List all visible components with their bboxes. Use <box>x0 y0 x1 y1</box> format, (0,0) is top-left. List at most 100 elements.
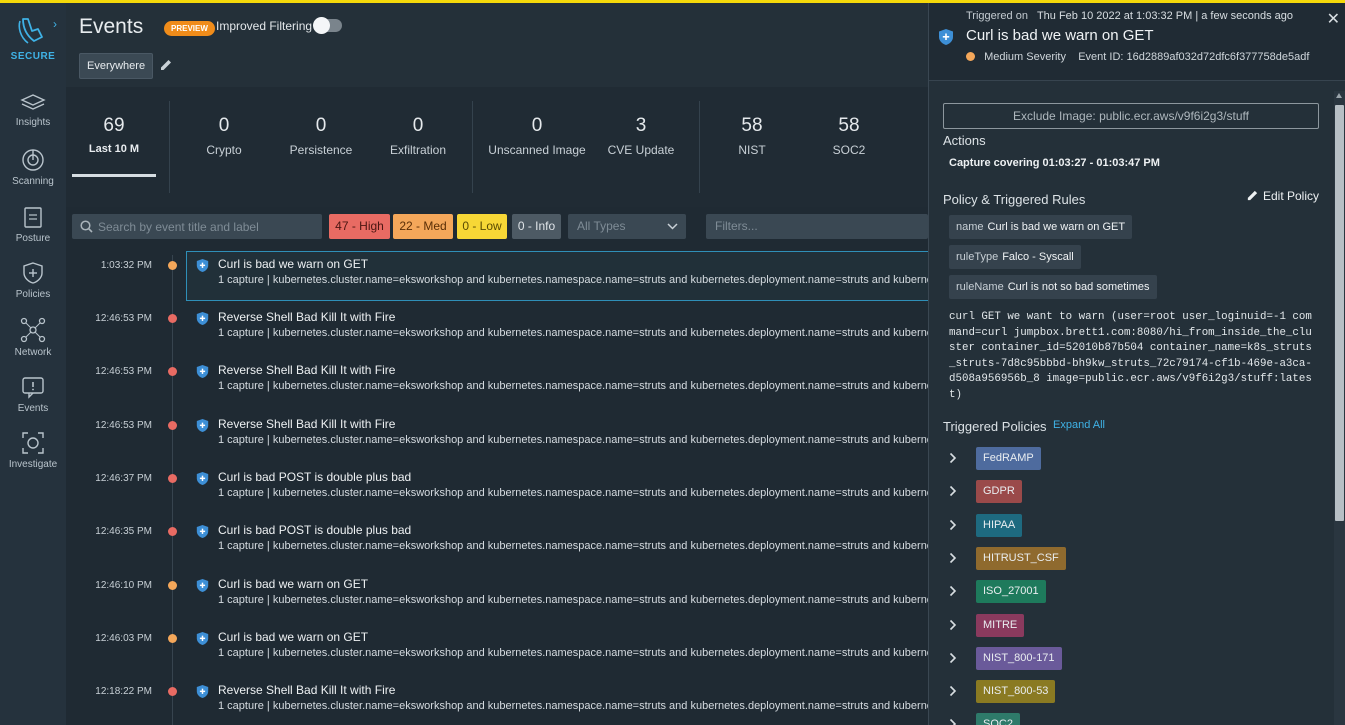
event-time: 1:03:32 PM <box>100 260 152 271</box>
policy-tag: HIPAA <box>976 513 1023 537</box>
severity-low-chip[interactable]: 0 - Low <box>457 214 507 239</box>
chevron-right-icon[interactable] <box>949 718 957 725</box>
sidebar-item-posture[interactable]: Posture <box>0 205 66 244</box>
close-icon[interactable]: ✕ <box>1327 9 1340 29</box>
event-subtitle: 1 capture | kubernetes.cluster.name=eksw… <box>218 487 928 499</box>
shield-plus-icon <box>196 525 209 538</box>
event-row[interactable]: 1:03:32 PM Curl is bad we warn on GET 1 ca… <box>66 248 928 301</box>
hand-pointer-icon <box>18 18 43 44</box>
panel-scrollbar[interactable] <box>1334 91 1345 725</box>
search-icon <box>80 220 93 233</box>
chevron-right-icon[interactable] <box>949 685 957 697</box>
event-title: Reverse Shell Bad Kill It with Fire <box>218 417 396 431</box>
stat-cve-update[interactable]: 3 CVE Update <box>601 115 681 157</box>
event-subtitle: 1 capture | kubernetes.cluster.name=eksw… <box>218 327 928 339</box>
sidebar-item-label: Network <box>14 347 52 358</box>
chevron-right-icon[interactable]: › <box>53 17 57 31</box>
severity-dot <box>168 421 177 430</box>
chevron-right-icon[interactable] <box>949 485 957 497</box>
improved-filtering-toggle[interactable] <box>313 17 342 34</box>
event-type-placeholder: All Types <box>577 219 626 233</box>
sidebar-item-events[interactable]: Events <box>0 375 66 414</box>
stat-value: 0 <box>412 115 424 136</box>
triggered-label: Triggered on <box>966 10 1028 22</box>
stat-label: NIST <box>738 143 766 157</box>
stat-value: 58 <box>741 115 763 136</box>
event-row[interactable]: 12:46:53 PM Reverse Shell Bad Kill It wit… <box>66 408 928 461</box>
edit-policy-label: Edit Policy <box>1262 189 1319 203</box>
severity-high-chip[interactable]: 47 - High <box>329 214 390 239</box>
stat-last-10m[interactable]: 69 Last 10 M <box>72 115 156 155</box>
sidebar-item-investigate[interactable]: Investigate <box>0 431 66 470</box>
stat-value: 0 <box>315 115 327 136</box>
chevron-right-icon[interactable] <box>949 585 957 597</box>
chevron-right-icon[interactable] <box>949 452 957 464</box>
sidebar-item-insights[interactable]: Insights <box>0 93 66 128</box>
stat-soc2[interactable]: 58 SOC2 <box>809 115 889 157</box>
shield-plus-icon <box>23 262 43 284</box>
scroll-thumb[interactable] <box>1335 105 1344 521</box>
event-row[interactable]: 12:46:35 PM Curl is bad POST is double pl… <box>66 514 928 567</box>
stat-value: 0 <box>531 115 543 136</box>
stat-crypto[interactable]: 0 Crypto <box>184 115 264 157</box>
severity-med-chip[interactable]: 22 - Med <box>393 214 453 239</box>
pencil-icon[interactable] <box>159 58 173 72</box>
shield-plus-icon <box>196 472 209 485</box>
severity-dot <box>168 367 177 376</box>
stat-label: Crypto <box>206 143 242 157</box>
brand-label: SECURE <box>10 51 56 62</box>
active-stat-underline <box>72 174 156 177</box>
policy-tag: SOC2 <box>976 713 1020 725</box>
chevron-right-icon[interactable] <box>949 619 957 631</box>
rule-field-key: ruleName <box>956 281 1004 293</box>
rule-output-text: curl GET we want to warn (user=root user… <box>949 311 1312 401</box>
severity-dot <box>168 314 177 323</box>
stat-nist[interactable]: 58 NIST <box>712 115 792 157</box>
severity-info-chip[interactable]: 0 - Info <box>512 214 561 239</box>
stat-exfiltration[interactable]: 0 Exfiltration <box>378 115 458 157</box>
search-box[interactable] <box>72 214 322 239</box>
event-row[interactable]: 12:46:53 PM Reverse Shell Bad Kill It wit… <box>66 354 928 407</box>
policy-tag: HITRUST_CSF <box>976 546 1066 570</box>
sidebar-item-policies[interactable]: Policies <box>0 261 66 300</box>
stat-value: 58 <box>838 115 860 136</box>
shield-plus-icon <box>196 259 209 272</box>
event-type-select[interactable]: All Types <box>568 214 686 239</box>
edit-policy-button[interactable]: Edit Policy <box>1246 189 1319 203</box>
sidebar-item-scanning[interactable]: Scanning <box>0 148 66 187</box>
sidebar: SECURE › Insights Scanning Posture Polic… <box>0 3 66 725</box>
event-row[interactable]: 12:46:10 PM Curl is bad we warn on GET 1 c… <box>66 568 928 621</box>
policy-tag: ISO_27001 <box>976 580 1046 604</box>
event-row[interactable]: 12:18:22 PM Reverse Shell Bad Kill It wit… <box>66 674 928 725</box>
pencil-icon <box>1247 190 1258 201</box>
events-icon <box>22 377 44 399</box>
chevron-right-icon[interactable] <box>949 652 957 664</box>
chevron-down-icon <box>667 223 678 230</box>
capture-link[interactable]: Capture covering 01:03:27 - 01:03:47 PM <box>949 157 1160 169</box>
exclude-image-button[interactable]: Exclude Image: public.ecr.aws/v9f6i2g3/s… <box>943 103 1319 129</box>
search-input[interactable] <box>98 214 318 239</box>
event-row[interactable]: 12:46:03 PM Curl is bad we warn on GET 1 c… <box>66 621 928 674</box>
rule-field-ruletype: ruleType Falco - Syscall <box>949 245 1081 269</box>
event-row[interactable]: 12:46:53 PM Reverse Shell Bad Kill It wit… <box>66 301 928 354</box>
rule-field-value: Curl is not so bad sometimes <box>1007 281 1150 293</box>
event-subtitle: 1 capture | kubernetes.cluster.name=eksw… <box>218 700 928 712</box>
stat-persistence[interactable]: 0 Persistence <box>281 115 361 157</box>
scroll-up-arrow[interactable] <box>1336 93 1342 98</box>
stat-label: Last 10 M <box>88 143 140 155</box>
rule-field-key: ruleType <box>956 251 999 263</box>
filters-input[interactable]: Filters... <box>706 214 928 239</box>
shield-plus-icon <box>196 632 209 645</box>
shield-plus-icon <box>196 312 209 325</box>
sidebar-item-network[interactable]: Network <box>0 317 66 358</box>
shield-plus-icon <box>196 579 209 592</box>
filter-bar: 47 - High 22 - Med 0 - Low 0 - Info All … <box>66 207 928 245</box>
stat-label: SOC2 <box>832 143 866 157</box>
chevron-right-icon[interactable] <box>949 552 957 564</box>
stat-unscanned-image[interactable]: 0 Unscanned Image <box>486 115 588 157</box>
event-row[interactable]: 12:46:37 PM Curl is bad POST is double pl… <box>66 461 928 514</box>
expand-all-link[interactable]: Expand All <box>1053 419 1105 431</box>
scope-selector-button[interactable]: Everywhere <box>79 53 154 79</box>
chevron-right-icon[interactable] <box>949 519 957 531</box>
event-time: 12:46:03 PM <box>95 633 152 644</box>
